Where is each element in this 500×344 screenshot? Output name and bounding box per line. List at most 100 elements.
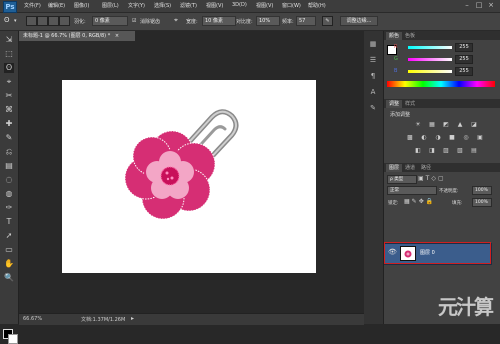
menu-image[interactable]: 图像(I): [74, 2, 89, 9]
layer-kind-filter[interactable]: ρ 类型: [387, 175, 417, 184]
background-color-swatch[interactable]: [8, 334, 18, 344]
history-brush-tool-icon[interactable]: ⎌: [4, 147, 14, 157]
channel-mixer-icon[interactable]: ◎: [462, 134, 470, 142]
eyedropper-tool-icon[interactable]: ⌘: [4, 105, 14, 115]
fill-input[interactable]: 100%: [472, 198, 492, 207]
lasso-tool-icon[interactable]: ʘ: [4, 16, 10, 24]
brush-panel-icon[interactable]: ✎: [368, 103, 378, 113]
close-tab-icon[interactable]: ×: [115, 33, 119, 39]
layer-filter-icons[interactable]: ▣T◇▢: [418, 175, 446, 182]
intersect-selection-icon[interactable]: [59, 16, 70, 26]
status-menu-arrow-icon[interactable]: ▸: [131, 315, 134, 322]
document-canvas[interactable]: [62, 80, 316, 273]
lasso-tool-icon[interactable]: ʘ: [4, 63, 14, 73]
brush-tool-icon[interactable]: ✎: [4, 133, 14, 143]
clone-stamp-tool-icon[interactable]: ▤: [4, 161, 14, 171]
path-selection-tool-icon[interactable]: ➚: [4, 231, 14, 241]
levels-icon[interactable]: ▦: [428, 121, 436, 129]
opacity-input[interactable]: 100%: [472, 186, 492, 195]
antialias-checkbox-icon[interactable]: ☑: [132, 18, 136, 24]
menu-view-1[interactable]: 视图(V): [206, 2, 223, 9]
color-balance-icon[interactable]: ◐: [420, 134, 428, 142]
menu-filter[interactable]: 滤镜(T): [180, 2, 197, 9]
curves-icon[interactable]: ◩: [442, 121, 450, 129]
type-tool-icon[interactable]: T: [4, 217, 14, 227]
blue-value[interactable]: 255: [455, 67, 473, 76]
character-panel-icon[interactable]: A: [368, 87, 378, 97]
tools-panel: ⇲ ⬚ ʘ ⌖ ✂ ⌘ ✚ ✎ ⎌ ▤ ◌ ◍ ✑ T ➚ ▭ ✋ 🔍: [0, 31, 19, 344]
tab-color[interactable]: 颜色: [386, 32, 403, 40]
brightness-contrast-icon[interactable]: ☀: [414, 121, 422, 129]
eraser-tool-icon[interactable]: ◌: [4, 175, 14, 185]
contrast-input[interactable]: 10%: [256, 16, 280, 26]
red-value[interactable]: 255: [455, 43, 473, 52]
menu-type[interactable]: 文字(Y): [128, 2, 145, 9]
history-panel-icon[interactable]: ▦: [368, 39, 378, 49]
quick-select-tool-icon[interactable]: ⌖: [4, 77, 14, 87]
invert-icon[interactable]: ◧: [414, 147, 422, 155]
tab-styles[interactable]: 样式: [402, 100, 418, 108]
close-button[interactable]: ×: [486, 1, 496, 10]
refine-edge-button[interactable]: 调整边缘...: [340, 16, 378, 26]
feather-input[interactable]: 0 像素: [92, 16, 128, 26]
crop-tool-icon[interactable]: ✂: [4, 91, 14, 101]
properties-panel-icon[interactable]: ☰: [368, 55, 378, 65]
tab-paths[interactable]: 路径: [418, 164, 434, 172]
gradient-tool-icon[interactable]: ◍: [4, 189, 14, 199]
exposure-icon[interactable]: ▲: [456, 121, 464, 129]
paragraph-panel-icon[interactable]: ¶: [368, 71, 378, 81]
hand-tool-icon[interactable]: ✋: [4, 259, 14, 269]
photo-filter-icon[interactable]: ■: [448, 134, 456, 142]
zoom-tool-icon[interactable]: 🔍: [4, 273, 14, 283]
menu-window[interactable]: 窗口(W): [282, 2, 301, 9]
document-tab-title: 未标题-1 @ 66.7% (图层 0, RGB/8) *: [23, 33, 111, 39]
green-slider[interactable]: [408, 58, 452, 61]
healing-brush-tool-icon[interactable]: ✚: [4, 119, 14, 129]
threshold-icon[interactable]: ▨: [442, 147, 450, 155]
subtract-selection-icon[interactable]: [48, 16, 59, 26]
menu-edit[interactable]: 编辑(E): [48, 2, 65, 9]
document-tab[interactable]: 未标题-1 @ 66.7% (图层 0, RGB/8) * ×: [19, 31, 135, 41]
chevron-down-icon[interactable]: ▾: [14, 18, 17, 24]
lock-label: 锁定:: [388, 201, 399, 206]
tab-layers[interactable]: 图层: [386, 164, 403, 172]
menu-view-2[interactable]: 视图(V): [256, 2, 273, 9]
tab-adjustments[interactable]: 调整: [386, 100, 403, 108]
blue-slider[interactable]: [408, 70, 452, 73]
magnetic-lasso-icon[interactable]: ⌖: [174, 16, 178, 25]
green-value[interactable]: 255: [455, 55, 473, 64]
tab-swatches[interactable]: 色板: [402, 32, 418, 40]
layer-selection-highlight: [384, 242, 491, 264]
maximize-button[interactable]: □: [474, 1, 484, 10]
zoom-level[interactable]: 66.67%: [23, 316, 42, 322]
menu-file[interactable]: 文件(F): [24, 2, 41, 9]
tab-channels[interactable]: 通道: [402, 164, 418, 172]
menu-3d[interactable]: 3D(D): [232, 2, 247, 8]
menu-help[interactable]: 帮助(H): [308, 2, 326, 9]
black-white-icon[interactable]: ◑: [434, 134, 442, 142]
move-tool-icon[interactable]: ⇲: [4, 35, 14, 45]
gradient-map-icon[interactable]: ▧: [456, 147, 464, 155]
menu-layer[interactable]: 图层(L): [102, 2, 119, 9]
pen-tool-icon[interactable]: ✑: [4, 203, 14, 213]
width-input[interactable]: 10 像素: [202, 16, 236, 26]
color-spectrum-bar[interactable]: [387, 81, 495, 87]
menu-bar: Ps 文件(F) 编辑(E) 图像(I) 图层(L) 文字(Y) 选择(S) 滤…: [0, 0, 500, 13]
vibrance-icon[interactable]: ◪: [470, 121, 478, 129]
red-slider[interactable]: [408, 46, 452, 49]
rectangle-tool-icon[interactable]: ▭: [4, 245, 14, 255]
minimize-button[interactable]: –: [462, 1, 472, 10]
color-lookup-icon[interactable]: ▣: [476, 134, 484, 142]
tablet-pressure-icon[interactable]: ✎: [322, 16, 333, 26]
frequency-input[interactable]: 57: [296, 16, 316, 26]
selective-color-icon[interactable]: ▤: [470, 147, 478, 155]
posterize-icon[interactable]: ◨: [428, 147, 436, 155]
blend-mode-select[interactable]: 正常: [387, 186, 437, 195]
menu-select[interactable]: 选择(S): [154, 2, 171, 9]
hue-saturation-icon[interactable]: ▩: [406, 134, 414, 142]
add-selection-icon[interactable]: [37, 16, 48, 26]
lock-icons[interactable]: ▦✎✥🔒: [404, 198, 435, 205]
new-selection-icon[interactable]: [26, 16, 37, 26]
marquee-tool-icon[interactable]: ⬚: [4, 49, 14, 59]
blue-slider-label: B: [394, 68, 398, 74]
